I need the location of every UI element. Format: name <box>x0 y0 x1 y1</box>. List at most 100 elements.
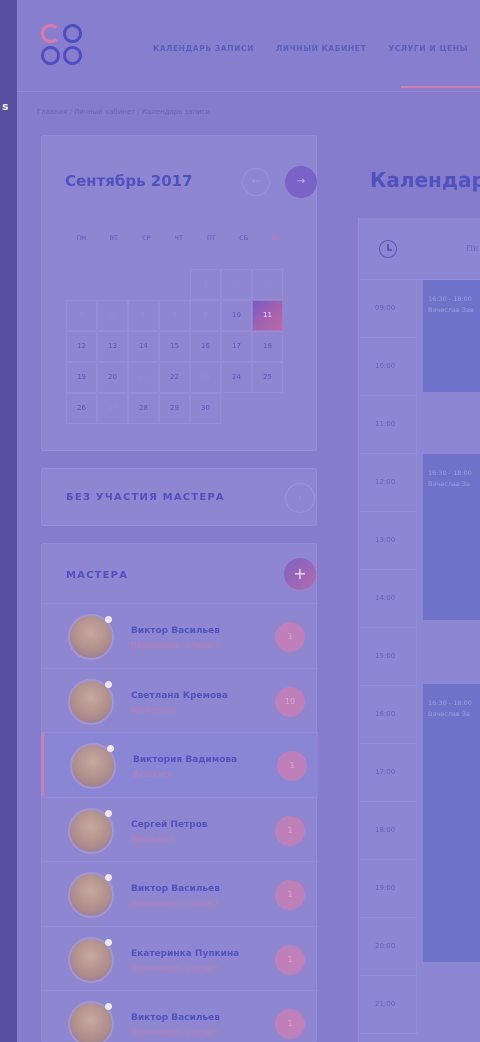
day-schedule: Пн 9 09:0010:0011:0012:0013:0014:0015:00… <box>358 218 480 1042</box>
master-count-badge[interactable]: 1 <box>277 751 307 781</box>
nav-services[interactable]: УСЛУГИ И ЦЕНЫ <box>388 44 468 53</box>
nav-calendar[interactable]: КАЛЕНДАРЬ ЗАПИСИ <box>153 44 254 53</box>
master-name: Виктория Вадимова <box>133 755 238 765</box>
appointment-block[interactable]: 16:30 - 18:00 Вячеслав За <box>423 684 480 962</box>
master-row[interactable]: Виктор Васильев Парикмахер - стилист 1 <box>42 990 318 1042</box>
calendar-day[interactable]: 14 <box>128 331 159 362</box>
hour-slot: 20:00 <box>359 918 417 976</box>
avatar <box>68 678 114 725</box>
calendar-day[interactable]: 27 <box>97 393 128 424</box>
no-master-label: БЕЗ УЧАСТИЯ МАСТЕРА <box>66 492 225 503</box>
chevron-right-icon[interactable]: › <box>285 483 315 513</box>
hour-slot: 16:00 <box>359 686 417 744</box>
hour-slot: 09:00 <box>359 280 417 338</box>
calendar-day[interactable]: 15 <box>159 331 190 362</box>
add-master-button[interactable]: + <box>284 558 316 590</box>
appointment-time: 16:30 - 18:00 <box>428 469 472 477</box>
avatar <box>70 743 116 789</box>
calendar-day[interactable]: 5 <box>97 300 128 331</box>
avatar <box>68 872 114 918</box>
header: КАЛЕНДАРЬ ЗАПИСИ ЛИЧНЫЙ КАБИНЕТ УСЛУГИ И… <box>17 0 480 92</box>
calendar-day[interactable]: 19 <box>66 362 97 393</box>
master-count-badge[interactable]: 1 <box>275 944 305 975</box>
day-column-header[interactable]: Пн 9 <box>466 244 480 253</box>
breadcrumb[interactable]: Главная / Личный кабинет / Календарь зап… <box>37 108 210 116</box>
hour-slot: 11:00 <box>359 396 417 454</box>
calendar-day[interactable]: 30 <box>190 393 221 424</box>
hour-slot: 19:00 <box>359 860 417 918</box>
weekday-label: ЧТ <box>174 234 183 242</box>
calendar-day[interactable]: 18 <box>252 331 283 362</box>
calendar-day[interactable]: 8 <box>190 300 221 331</box>
logo[interactable] <box>41 24 85 68</box>
masters-panel: МАСТЕРА + Виктор Васильев Парикмахер - ст… <box>41 543 318 1042</box>
prev-month-button[interactable]: ← <box>242 168 270 196</box>
master-count-badge[interactable]: 1 <box>275 622 305 652</box>
appointment-time: 16:30 - 18:00 <box>428 295 472 303</box>
master-name: Сергей Петров <box>131 819 208 830</box>
logo-ring-icon <box>63 24 82 43</box>
master-count-badge[interactable]: 10 <box>275 686 305 717</box>
calendar-day[interactable]: 22 <box>159 362 190 393</box>
calendar-day[interactable]: 6 <box>128 300 159 331</box>
master-row[interactable]: Виктория Вадимова Визажист 1 <box>42 732 318 796</box>
master-count-badge[interactable]: 1 <box>275 1009 305 1039</box>
calendar-day[interactable]: 10 <box>221 300 252 331</box>
calendar-day[interactable]: 24 <box>221 362 252 393</box>
master-role: Парикмахер - стилист <box>131 899 219 908</box>
calendar-empty-cell <box>159 269 190 300</box>
master-role: Массажист <box>131 834 176 844</box>
appointment-client: Вячеслав За <box>428 710 470 718</box>
calendar-day[interactable]: 16 <box>190 331 221 362</box>
calendar-day[interactable]: 21 <box>128 362 159 393</box>
calendar-day[interactable]: 23 <box>190 362 221 393</box>
nav-account[interactable]: ЛИЧНЫЙ КАБИНЕТ <box>276 44 366 53</box>
calendar-day[interactable]: 1 <box>190 269 221 300</box>
master-row[interactable]: Екатеринка Пупкина Парикмахер - стилист 1 <box>42 925 318 990</box>
calendar-day[interactable]: 3 <box>252 269 283 300</box>
clock-icon <box>379 240 397 258</box>
hour-slot: 15:00 <box>359 628 417 686</box>
master-count-badge[interactable]: 1 <box>275 815 305 846</box>
appointment-client: Вячеслав За <box>428 480 470 488</box>
page: КАЛЕНДАРЬ ЗАПИСИ ЛИЧНЫЙ КАБИНЕТ УСЛУГИ И… <box>17 0 480 1042</box>
hour-slot: 18:00 <box>359 802 417 860</box>
master-role: Визажист <box>133 770 172 779</box>
weekday-label: СР <box>142 234 151 242</box>
master-row[interactable]: Сергей Петров Массажист 1 <box>42 796 318 861</box>
master-role: Парикмахер - стилист <box>131 1028 219 1037</box>
master-row[interactable]: Светлана Кремова Косметолог 10 <box>42 667 318 732</box>
hour-slot: 17:00 <box>359 744 417 802</box>
calendar-day[interactable]: 2 <box>221 269 252 300</box>
master-role: Косметолог <box>131 705 178 715</box>
masters-title: МАСТЕРА <box>66 570 129 581</box>
next-month-button[interactable]: → <box>285 166 317 198</box>
calendar-day[interactable]: 25 <box>252 362 283 393</box>
month-calendar: Сентябрь 2017 ← → ПН ВТ СР ЧТ ПТ СБ ВС 1… <box>41 135 317 451</box>
calendar-empty-cell <box>97 269 128 300</box>
master-role: Парикмахер - стилист <box>131 641 219 650</box>
calendar-day[interactable]: 4 <box>66 300 97 331</box>
calendar-day[interactable]: 7 <box>159 300 190 331</box>
left-panel-edge: s <box>0 0 17 1042</box>
calendar-day[interactable]: 26 <box>66 393 97 424</box>
calendar-day[interactable]: 12 <box>66 331 97 362</box>
calendar-day[interactable]: 28 <box>128 393 159 424</box>
appointment-block[interactable]: 16:30 - 18:00 Вячеслав За <box>423 454 480 620</box>
calendar-day[interactable]: 13 <box>97 331 128 362</box>
hour-slot: 12:00 <box>359 454 417 512</box>
hour-slot: 21:00 <box>359 976 417 1034</box>
appointment-client: Вячеслав Зав <box>428 306 474 314</box>
main-nav: КАЛЕНДАРЬ ЗАПИСИ ЛИЧНЫЙ КАБИНЕТ УСЛУГИ И… <box>153 44 468 53</box>
calendar-day[interactable]: 29 <box>159 393 190 424</box>
weekday-label: ВТ <box>109 234 118 242</box>
master-count-badge[interactable]: 1 <box>275 880 305 910</box>
calendar-day[interactable]: 20 <box>97 362 128 393</box>
calendar-day[interactable]: 11 <box>252 300 283 331</box>
app-screen: s КАЛЕНДАРЬ ЗАПИСИ ЛИЧНЫЙ КАБИНЕТ УСЛУГИ… <box>0 0 480 1042</box>
no-master-option[interactable]: БЕЗ УЧАСТИЯ МАСТЕРА › <box>41 468 317 526</box>
master-row[interactable]: Виктор Васильев Парикмахер - стилист 1 <box>42 603 318 667</box>
appointment-block[interactable]: 16:30 - 18:00 Вячеслав Зав <box>423 280 480 392</box>
calendar-day[interactable]: 17 <box>221 331 252 362</box>
master-row[interactable]: Виктор Васильев Парикмахер - стилист 1 <box>42 861 318 925</box>
